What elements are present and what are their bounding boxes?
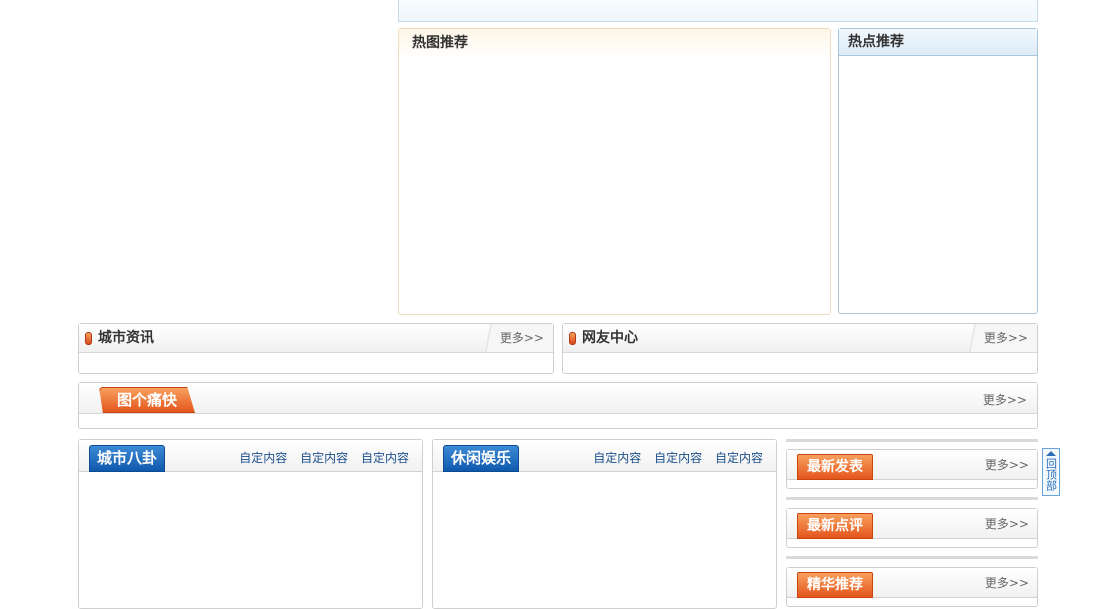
leisure-header: 休闲娱乐 自定内容 自定内容 自定内容 (433, 440, 776, 472)
top-banner-strip (398, 0, 1038, 22)
latest-comments-more-link[interactable]: 更多>> (985, 509, 1029, 539)
member-center-more-link[interactable]: 更多>> (984, 324, 1028, 353)
city-gossip-tab[interactable]: 城市八卦 (89, 445, 165, 472)
bullet-tag-icon (85, 332, 92, 345)
photo-section-header: 图个痛快 更多>> (79, 383, 1037, 414)
member-center-box: 网友中心 更多>> (562, 323, 1038, 374)
photo-section-more-link[interactable]: 更多>> (983, 385, 1027, 416)
city-news-header: 城市资讯 更多>> (79, 324, 553, 353)
hot-pictures-title: 热图推荐 (399, 29, 830, 57)
custom-content-link[interactable]: 自定内容 (300, 451, 348, 465)
latest-posts-header: 最新发表 更多>> (787, 450, 1037, 480)
side-divider (786, 556, 1038, 559)
member-center-title[interactable]: 网友中心 (582, 324, 638, 353)
custom-content-link[interactable]: 自定内容 (654, 451, 702, 465)
latest-posts-more-link[interactable]: 更多>> (985, 450, 1029, 480)
hot-pictures-panel: 热图推荐 (398, 28, 831, 315)
side-divider (786, 497, 1038, 500)
city-news-box: 城市资讯 更多>> (78, 323, 554, 374)
leisure-links: 自定内容 自定内容 自定内容 (584, 440, 763, 476)
city-news-more-link[interactable]: 更多>> (500, 324, 544, 353)
member-center-header: 网友中心 更多>> (563, 324, 1037, 353)
custom-content-link[interactable]: 自定内容 (593, 451, 641, 465)
custom-content-link[interactable]: 自定内容 (715, 451, 763, 465)
city-news-title[interactable]: 城市资讯 (98, 324, 154, 353)
back-to-top-label: 回顶部 (1044, 458, 1058, 491)
city-gossip-header: 城市八卦 自定内容 自定内容 自定内容 (79, 440, 422, 472)
photo-section-bar: 图个痛快 更多>> (78, 382, 1038, 429)
arrow-up-icon (1046, 451, 1056, 456)
bullet-tag-icon (569, 332, 576, 345)
latest-posts-box: 最新发表 更多>> (786, 449, 1038, 489)
latest-comments-header: 最新点评 更多>> (787, 509, 1037, 539)
latest-comments-tab[interactable]: 最新点评 (797, 513, 873, 539)
hot-spots-panel: 热点推荐 (838, 28, 1038, 314)
photo-section-tab[interactable]: 图个痛快 (99, 387, 195, 413)
side-divider (786, 439, 1038, 442)
leisure-tab[interactable]: 休闲娱乐 (443, 445, 519, 472)
featured-tab[interactable]: 精华推荐 (797, 572, 873, 598)
custom-content-link[interactable]: 自定内容 (239, 451, 287, 465)
hot-spots-title: 热点推荐 (839, 29, 1037, 56)
leisure-box: 休闲娱乐 自定内容 自定内容 自定内容 (432, 439, 777, 609)
city-gossip-box: 城市八卦 自定内容 自定内容 自定内容 (78, 439, 423, 609)
featured-header: 精华推荐 更多>> (787, 568, 1037, 598)
featured-box: 精华推荐 更多>> (786, 567, 1038, 607)
featured-more-link[interactable]: 更多>> (985, 568, 1029, 598)
city-gossip-links: 自定内容 自定内容 自定内容 (230, 440, 409, 476)
back-to-top-button[interactable]: 回顶部 (1042, 448, 1060, 496)
latest-posts-tab[interactable]: 最新发表 (797, 454, 873, 480)
latest-comments-box: 最新点评 更多>> (786, 508, 1038, 548)
custom-content-link[interactable]: 自定内容 (361, 451, 409, 465)
